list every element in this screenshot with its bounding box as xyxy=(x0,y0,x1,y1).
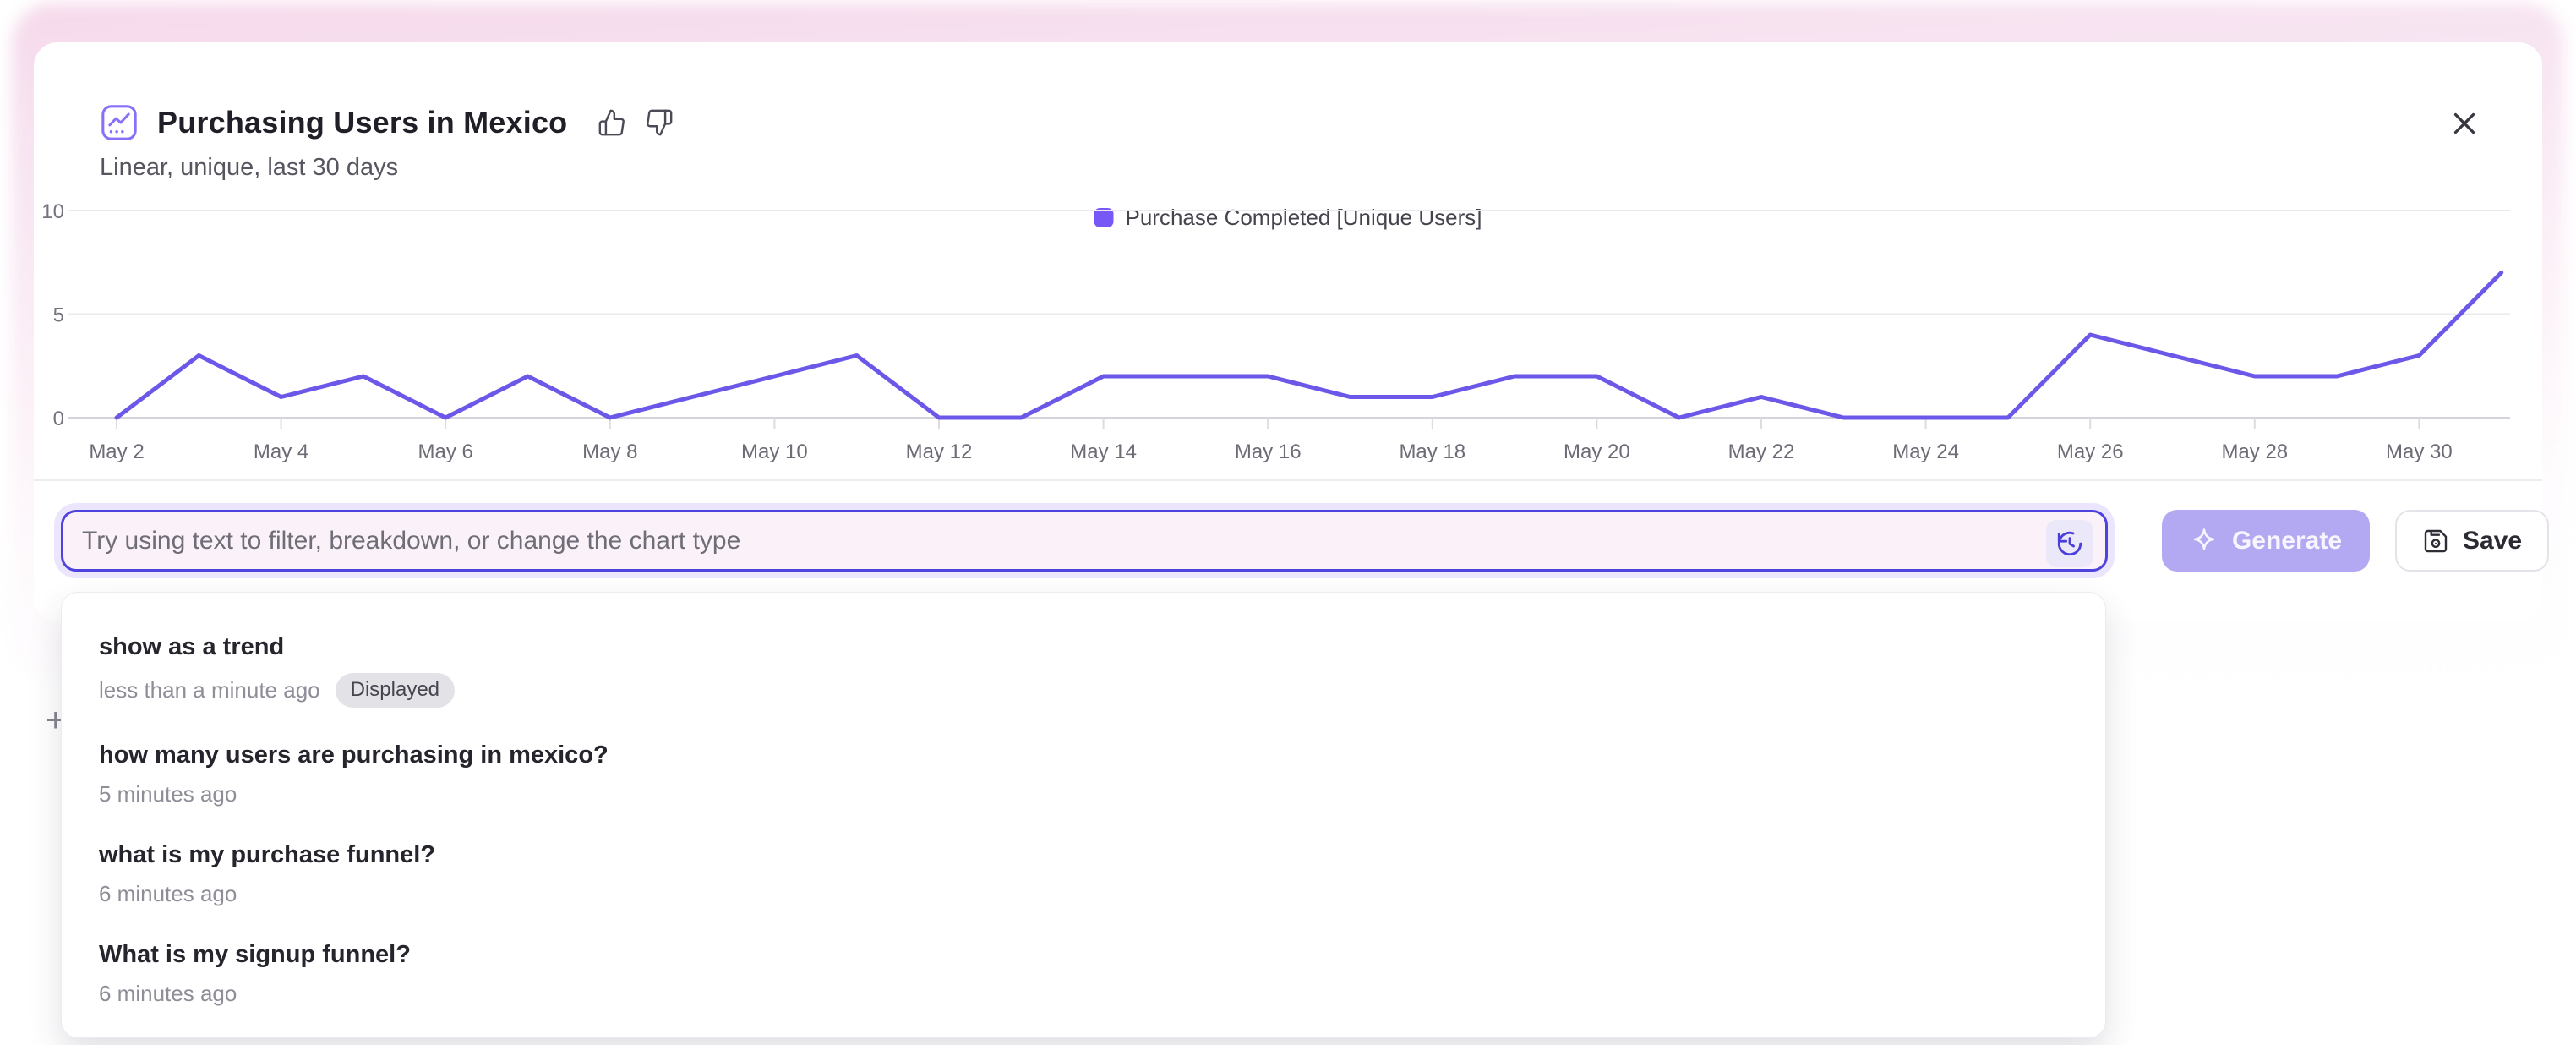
svg-text:May 28: May 28 xyxy=(2221,440,2288,463)
history-item[interactable]: how many users are purchasing in mexico?… xyxy=(62,725,2105,824)
history-item-subrow: 6 minutes ago xyxy=(99,881,2068,907)
prompt-input[interactable] xyxy=(63,512,2105,569)
history-item-time: 5 minutes ago xyxy=(99,781,237,807)
history-button[interactable] xyxy=(2046,520,2093,567)
svg-text:May 10: May 10 xyxy=(741,440,808,463)
close-icon[interactable] xyxy=(2449,108,2480,139)
svg-text:May 22: May 22 xyxy=(1728,440,1795,463)
svg-text:May 30: May 30 xyxy=(2386,440,2453,463)
save-icon xyxy=(2422,528,2449,555)
svg-text:May 4: May 4 xyxy=(254,440,308,463)
thumbs-up-icon[interactable] xyxy=(598,108,626,137)
history-item[interactable]: What is my signup funnel? 6 minutes ago xyxy=(62,924,2105,1024)
svg-text:May 26: May 26 xyxy=(2057,440,2124,463)
history-item-subrow: 5 minutes ago xyxy=(99,781,2068,807)
svg-text:May 12: May 12 xyxy=(906,440,973,463)
history-item-subrow: 6 minutes ago xyxy=(99,981,2068,1007)
sparkle-icon xyxy=(2190,527,2219,555)
history-item-title: what is my purchase funnel? xyxy=(99,841,2068,869)
feedback-buttons xyxy=(598,108,674,137)
svg-text:May 14: May 14 xyxy=(1070,440,1137,463)
displayed-badge: Displayed xyxy=(336,673,455,708)
save-button[interactable]: Save xyxy=(2395,510,2549,572)
history-icon xyxy=(2055,529,2084,558)
svg-text:May 24: May 24 xyxy=(1892,440,1959,463)
svg-text:May 6: May 6 xyxy=(418,440,473,463)
history-item-title: how many users are purchasing in mexico? xyxy=(99,741,2068,769)
card-divider xyxy=(34,479,2542,481)
generate-label: Generate xyxy=(2232,527,2342,555)
svg-text:May 16: May 16 xyxy=(1235,440,1302,463)
svg-text:0: 0 xyxy=(53,408,64,430)
history-item[interactable]: what is my purchase funnel? 6 minutes ag… xyxy=(62,824,2105,924)
history-item[interactable]: show as a trend less than a minute ago D… xyxy=(62,616,2105,725)
line-chart-icon xyxy=(100,103,139,142)
page: Purchasing Users in Mexico Linear, uniqu… xyxy=(0,0,2576,1045)
history-item-title: What is my signup funnel? xyxy=(99,941,2068,969)
card-header: Purchasing Users in Mexico xyxy=(100,103,674,142)
history-item-title: show as a trend xyxy=(99,633,2068,661)
page-title: Purchasing Users in Mexico xyxy=(157,105,567,140)
svg-text:May 18: May 18 xyxy=(1399,440,1465,463)
prompt-box xyxy=(61,510,2108,572)
svg-text:May 2: May 2 xyxy=(89,440,144,463)
line-chart: 0 5 10 May 2 May 4 May 6 May 8 May 10 May 12 May … xyxy=(34,161,2542,499)
history-item-subrow: less than a minute ago Displayed xyxy=(99,673,2068,708)
svg-text:10: 10 xyxy=(41,200,64,223)
svg-text:5: 5 xyxy=(53,304,64,327)
svg-text:May 8: May 8 xyxy=(582,440,637,463)
thumbs-down-icon[interactable] xyxy=(645,108,674,137)
svg-text:May 20: May 20 xyxy=(1564,440,1630,463)
prompt-row: Generate Save xyxy=(61,510,2551,572)
history-dropdown: show as a trend less than a minute ago D… xyxy=(61,592,2106,1038)
history-item-time: 6 minutes ago xyxy=(99,881,237,907)
chart-card: Purchasing Users in Mexico Linear, uniqu… xyxy=(34,42,2542,621)
history-item-time: 6 minutes ago xyxy=(99,981,237,1007)
generate-button[interactable]: Generate xyxy=(2162,510,2370,572)
history-item-time: less than a minute ago xyxy=(99,677,320,703)
save-label: Save xyxy=(2463,527,2522,555)
